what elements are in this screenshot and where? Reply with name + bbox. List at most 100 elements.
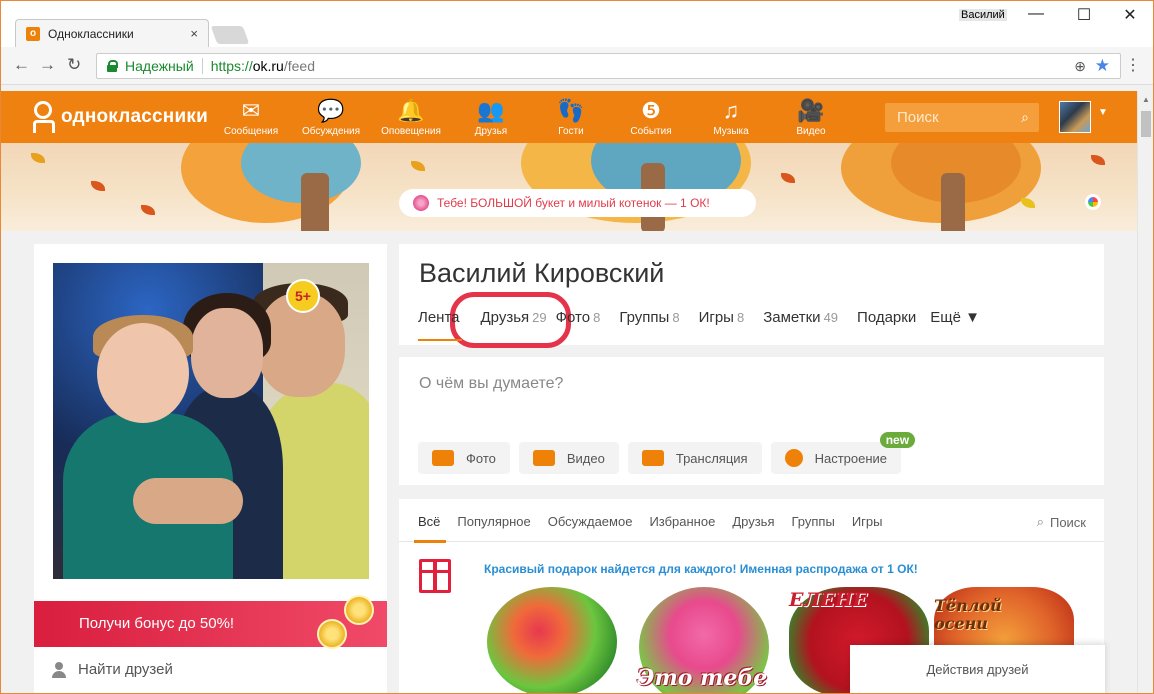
- leaf-decoration: [1091, 155, 1105, 165]
- profile-user-label[interactable]: Василий: [959, 9, 1007, 21]
- minimize-button[interactable]: —: [1021, 5, 1051, 23]
- nav-video[interactable]: 🎥 Видео: [771, 91, 851, 143]
- tab-more[interactable]: Ещё ▼: [930, 309, 980, 326]
- find-friends-link[interactable]: Найти друзей: [52, 661, 173, 678]
- profile-left-card: Получи бонус до 50%! Найти друзей: [34, 244, 387, 693]
- video-camera-icon: [532, 450, 555, 466]
- nav-label: Оповещения: [381, 126, 441, 137]
- tab-notes[interactable]: Заметки 49: [763, 309, 838, 326]
- feed-tab-games[interactable]: Игры: [852, 514, 883, 529]
- tab-count: 49: [823, 310, 839, 325]
- address-bar[interactable]: Надежный https:// ok.ru /feed ⊕ ★: [96, 53, 1121, 79]
- nav-label: Музыка: [713, 126, 749, 137]
- cover-color-picker-icon[interactable]: [1085, 194, 1101, 210]
- mood-button[interactable]: Настроение new: [770, 432, 916, 474]
- footprints-icon: 👣: [557, 98, 585, 123]
- leaf-decoration: [781, 173, 795, 183]
- ok-favicon-icon: о: [26, 26, 40, 41]
- nav-label: Гости: [558, 126, 584, 137]
- nav-label: Видео: [796, 126, 826, 137]
- close-window-button[interactable]: ✕: [1115, 5, 1145, 25]
- feed-tab-groups[interactable]: Группы: [792, 514, 835, 529]
- new-tab-button[interactable]: [210, 26, 250, 44]
- nav-music[interactable]: ♫ Музыка: [691, 91, 771, 143]
- new-badge: new: [879, 432, 916, 448]
- gift-tile-caption: Тёплой осени: [934, 596, 1002, 633]
- feed-search-button[interactable]: ⌕ Поиск: [1037, 514, 1086, 530]
- broadcast-button[interactable]: Трансляция: [627, 442, 762, 474]
- nav-events[interactable]: ❺ События: [611, 91, 691, 143]
- address-separator: [201, 58, 203, 74]
- forward-arrow-icon[interactable]: →: [39, 55, 56, 75]
- gift-tile-flowers[interactable]: [487, 587, 617, 693]
- site-search-input[interactable]: Поиск ⌕: [885, 103, 1039, 132]
- search-icon[interactable]: ⌕: [1021, 109, 1029, 126]
- tab-photos[interactable]: Фото 8: [556, 309, 601, 326]
- back-arrow-icon[interactable]: ←: [13, 55, 30, 75]
- feed-tab-favorites[interactable]: Избранное: [649, 514, 715, 529]
- user-avatar[interactable]: [1059, 101, 1091, 133]
- tab-label: Друзья: [480, 309, 530, 326]
- profile-photo[interactable]: [53, 263, 369, 579]
- tab-strip: о Одноклассники × Василий — ☐ ✕: [1, 1, 1153, 47]
- browser-toolbar: ← → ↻ Надежный https:// ok.ru /feed ⊕ ★ …: [1, 47, 1153, 85]
- bonus-banner[interactable]: Получи бонус до 50%!: [34, 595, 387, 649]
- video-icon: 🎥: [797, 98, 825, 123]
- ok-logo[interactable]: одноклассники: [31, 101, 208, 133]
- profile-cover-banner: Тебе! БОЛЬШОЙ букет и милый котенок — 1 …: [1, 143, 1137, 231]
- tab-friends[interactable]: Друзья 29: [469, 309, 547, 326]
- friends-actions-panel[interactable]: Действия друзей: [850, 645, 1105, 693]
- broadcast-icon: [641, 450, 664, 466]
- url-path: /feed: [283, 58, 315, 74]
- status-input[interactable]: О чём вы думаете?: [419, 375, 563, 393]
- chevron-down-icon[interactable]: ▼: [1098, 107, 1108, 118]
- feed-tab-friends[interactable]: Друзья: [732, 514, 774, 529]
- maximize-button[interactable]: ☐: [1069, 5, 1099, 25]
- scroll-thumb[interactable]: [1141, 111, 1151, 137]
- feed-tab-popular[interactable]: Популярное: [457, 514, 530, 529]
- feed-tab-all[interactable]: Всё: [418, 514, 440, 529]
- close-tab-icon[interactable]: ×: [190, 26, 198, 41]
- browser-tab[interactable]: о Одноклассники ×: [15, 19, 209, 47]
- tab-games[interactable]: Игры 8: [699, 309, 745, 326]
- site-header: одноклассники ✉ Сообщения 💬 Обсуждения 🔔…: [1, 91, 1137, 143]
- add-video-button[interactable]: Видео: [518, 442, 619, 474]
- logo-text: одноклассники: [61, 106, 208, 127]
- reload-icon[interactable]: ↻: [67, 55, 81, 75]
- gift-tile-caption: ЕЛЕНЕ: [789, 589, 868, 611]
- age-badge: 5+: [286, 279, 320, 313]
- zoom-icon[interactable]: ⊕: [1074, 58, 1086, 75]
- add-photo-button[interactable]: Фото: [418, 442, 510, 474]
- tab-gifts[interactable]: Подарки: [857, 309, 916, 326]
- browser-menu-icon[interactable]: ⋮: [1125, 55, 1141, 75]
- nav-discussions[interactable]: 💬 Обсуждения: [291, 91, 371, 143]
- find-friends-label: Найти друзей: [78, 661, 173, 678]
- url-scheme: https://: [210, 58, 253, 74]
- trunk-decoration: [301, 173, 329, 231]
- button-label: Настроение: [814, 450, 888, 466]
- nav-label: События: [630, 126, 672, 137]
- gift-promo-pill[interactable]: Тебе! БОЛЬШОЙ букет и милый котенок — 1 …: [399, 189, 756, 217]
- tab-count: 8: [593, 310, 601, 325]
- post-composer: О чём вы думаете? Фото Видео Трансляция …: [399, 357, 1104, 485]
- tab-groups[interactable]: Группы 8: [619, 309, 679, 326]
- nav-messages[interactable]: ✉ Сообщения: [211, 91, 291, 143]
- coin-icon: [317, 619, 347, 649]
- camera-icon: [432, 450, 454, 466]
- bookmark-star-icon[interactable]: ★: [1095, 56, 1110, 76]
- photo-figure: [191, 308, 263, 398]
- button-label: Фото: [466, 450, 496, 466]
- tab-label: Подарки: [857, 309, 917, 326]
- tab-feed[interactable]: Лента: [418, 309, 462, 341]
- leaf-decoration: [91, 181, 105, 191]
- gift-promo-link[interactable]: Красивый подарок найдется для каждого! И…: [484, 562, 918, 576]
- feed-tab-discussed[interactable]: Обсуждаемое: [548, 514, 633, 529]
- page-scrollbar[interactable]: ▲: [1137, 91, 1153, 693]
- profile-name: Василий Кировский: [419, 258, 665, 288]
- nav-notifications[interactable]: 🔔 Оповещения: [371, 91, 451, 143]
- scroll-up-arrow-icon[interactable]: ▲: [1142, 95, 1150, 104]
- tab-label: Заметки: [763, 309, 821, 326]
- nav-guests[interactable]: 👣 Гости: [531, 91, 611, 143]
- security-label: Надежный: [125, 58, 194, 74]
- nav-friends[interactable]: 👥 Друзья: [451, 91, 531, 143]
